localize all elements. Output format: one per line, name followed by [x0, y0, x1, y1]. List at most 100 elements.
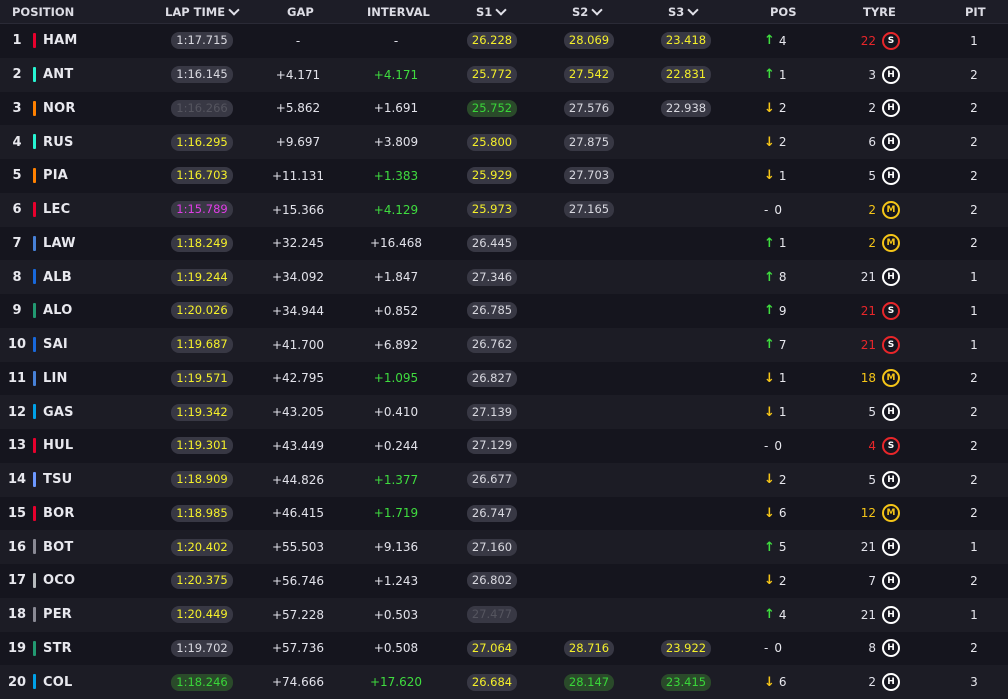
table-row[interactable]: 19 STR 1:19.702 +57.736 +0.508 27.064 28.716 23…: [0, 631, 1008, 666]
driver-code[interactable]: LIN: [43, 362, 68, 396]
tyre-cell[interactable]: 6H: [840, 125, 920, 159]
s2-cell: [558, 598, 620, 632]
tyre-cell[interactable]: 21 S: [840, 294, 920, 328]
tyre-cell[interactable]: 2M: [840, 227, 920, 261]
table-row[interactable]: 18 PER 1:20.449 +57.228 +0.503 27.477 ↑ 4 21 H 1: [0, 597, 1008, 632]
team-color-bar: [33, 640, 36, 656]
tyre-cell[interactable]: 21 H: [840, 260, 920, 294]
pit-count: 2: [970, 438, 978, 453]
tyre-compound-icon: H: [882, 166, 900, 185]
header-s1[interactable]: S1: [476, 0, 507, 24]
header-pit[interactable]: PIT: [965, 0, 986, 24]
table-row[interactable]: 15 BOR 1:18.985 +46.415 +1.719 26.747 ↓ 6 12 M 2: [0, 496, 1008, 531]
header-interval[interactable]: INTERVAL: [367, 0, 430, 24]
table-row[interactable]: 12 GAS 1:19.342 +43.205 +0.410 27.139 ↓ 1 5 H 2: [0, 395, 1008, 429]
position-change-value: 2: [778, 135, 787, 150]
driver-code[interactable]: BOT: [43, 530, 73, 564]
table-row[interactable]: 13 HUL 1:19.301 +43.449 +0.244 27.129 -0 4 S 2: [0, 429, 1008, 463]
driver-code[interactable]: TSU: [43, 463, 72, 497]
s1-value: 26.827: [466, 369, 518, 387]
tyre-cell[interactable]: 8H: [840, 632, 920, 666]
s2-value: 27.703: [563, 167, 615, 185]
tyre-cell[interactable]: 5H: [840, 159, 920, 193]
tyre-age: 5: [868, 405, 876, 420]
gap-value: +55.503: [271, 540, 325, 555]
s2-cell: 27.703: [558, 159, 620, 193]
driver-code[interactable]: HUL: [43, 429, 73, 463]
driver-code[interactable]: HAM: [43, 24, 77, 58]
interval-value: +3.809: [373, 135, 419, 150]
position-change-value: 1: [778, 67, 787, 82]
header-position[interactable]: POSITION: [12, 0, 74, 24]
tyre-cell[interactable]: 2H: [840, 665, 920, 699]
s3-cell: [655, 362, 717, 396]
table-row[interactable]: 1 HAM 1:17.715 - - 26.228 28.069 23.418 ↑ 4 22 S 1: [0, 24, 1008, 58]
header-gap[interactable]: GAP: [287, 0, 314, 24]
tyre-cell[interactable]: 12 M: [840, 497, 920, 531]
table-row[interactable]: 20 COL 1:18.246 +74.666 +17.620 26.684 28.147 2…: [0, 665, 1008, 699]
header-s2[interactable]: S2: [572, 0, 603, 24]
driver-code[interactable]: STR: [43, 632, 72, 666]
header-s3[interactable]: S3: [668, 0, 699, 24]
gap-value: +57.736: [271, 641, 325, 656]
driver-code[interactable]: ANT: [43, 58, 73, 92]
tyre-cell[interactable]: 5H: [840, 395, 920, 429]
position-number: 4: [12, 134, 22, 150]
interval-value: +0.244: [373, 438, 419, 453]
table-row[interactable]: 17 OCO 1:20.375 +56.746 +1.243 26.802 ↓ 2 7 H 2: [0, 564, 1008, 598]
pit-count: 2: [970, 641, 978, 656]
tyre-cell[interactable]: 21 S: [840, 328, 920, 362]
header-tyre[interactable]: TYRE: [863, 0, 896, 24]
tyre-cell[interactable]: 2H: [840, 92, 920, 126]
pit-count: 1: [970, 270, 978, 285]
tyre-compound-icon: H: [882, 65, 900, 84]
table-row[interactable]: 9 ALO 1:20.026 +34.944 +0.852 26.785 ↑ 9 21 S 1: [0, 294, 1008, 328]
driver-code[interactable]: COL: [43, 665, 72, 699]
header-lap-time[interactable]: LAP TIME: [165, 0, 240, 24]
driver-code[interactable]: OCO: [43, 564, 75, 598]
tyre-cell[interactable]: 7H: [840, 564, 920, 598]
driver-code[interactable]: RUS: [43, 125, 74, 159]
position-change-value: 4: [778, 33, 787, 48]
table-row[interactable]: 2 ANT 1:16.145 +4.171 +4.171 25.772 27.542 22.8…: [0, 57, 1008, 92]
s1-cell: 25.752: [461, 92, 523, 126]
driver-code[interactable]: SAI: [43, 328, 68, 362]
driver-code[interactable]: ALO: [43, 294, 73, 328]
driver-code[interactable]: LEC: [43, 193, 70, 227]
gap-value: +46.415: [271, 506, 325, 521]
s2-value: 28.069: [563, 32, 615, 50]
tyre-cell[interactable]: 22 S: [840, 24, 920, 58]
tyre-cell[interactable]: 21 H: [840, 598, 920, 632]
tyre-age: 21: [860, 337, 876, 352]
table-row[interactable]: 14 TSU 1:18.909 +44.826 +1.377 26.677 ↓ 2 5 H 2: [0, 462, 1008, 497]
gap-value: +44.826: [271, 472, 325, 487]
driver-code[interactable]: PIA: [43, 159, 68, 193]
driver-code[interactable]: LAW: [43, 227, 76, 261]
tyre-cell[interactable]: 3H: [840, 58, 920, 92]
arrow-down-icon: ↓: [764, 168, 775, 184]
table-row[interactable]: 8 ALB 1:19.244 +34.092 +1.847 27.346 ↑ 8 21 H 1: [0, 260, 1008, 294]
tyre-age: 2: [868, 236, 876, 251]
driver-code[interactable]: GAS: [43, 395, 74, 429]
table-row[interactable]: 16 BOT 1:20.402 +55.503 +9.136 27.160 ↑ 5 21 H 1: [0, 530, 1008, 564]
table-row[interactable]: 3 NOR 1:16.266 +5.862 +1.691 25.752 27.576 22.9…: [0, 91, 1008, 126]
position-change-value: 4: [778, 607, 787, 622]
driver-code[interactable]: NOR: [43, 92, 76, 126]
table-row[interactable]: 6 LEC 1:15.789 +15.366 +4.129 25.973 27.165 -0 2…: [0, 192, 1008, 227]
table-row[interactable]: 11 LIN 1:19.571 +42.795 +1.095 26.827 ↓ 1 18 M 2: [0, 361, 1008, 396]
driver-code[interactable]: ALB: [43, 260, 72, 294]
table-row[interactable]: 5 PIA 1:16.703 +11.131 +1.383 25.929 27.703 ↓ 1 5…: [0, 159, 1008, 193]
tyre-cell[interactable]: 5H: [840, 463, 920, 497]
driver-code[interactable]: PER: [43, 598, 72, 632]
position-change: ↑ 7: [764, 328, 804, 362]
driver-code[interactable]: BOR: [43, 497, 75, 531]
table-row[interactable]: 7 LAW 1:18.249 +32.245 +16.468 26.445 ↑ 1 2 M 2: [0, 226, 1008, 261]
tyre-cell[interactable]: 2M: [840, 193, 920, 227]
table-row[interactable]: 10 SAI 1:19.687 +41.700 +6.892 26.762 ↑ 7 21 S 1: [0, 327, 1008, 362]
interval-value: +1.377: [373, 472, 419, 487]
tyre-cell[interactable]: 18 M: [840, 362, 920, 396]
tyre-cell[interactable]: 4S: [840, 429, 920, 463]
table-row[interactable]: 4 RUS 1:16.295 +9.697 +3.809 25.800 27.875 ↓ 2 6 H…: [0, 125, 1008, 159]
tyre-cell[interactable]: 21 H: [840, 530, 920, 564]
header-pos[interactable]: POS: [770, 0, 797, 24]
